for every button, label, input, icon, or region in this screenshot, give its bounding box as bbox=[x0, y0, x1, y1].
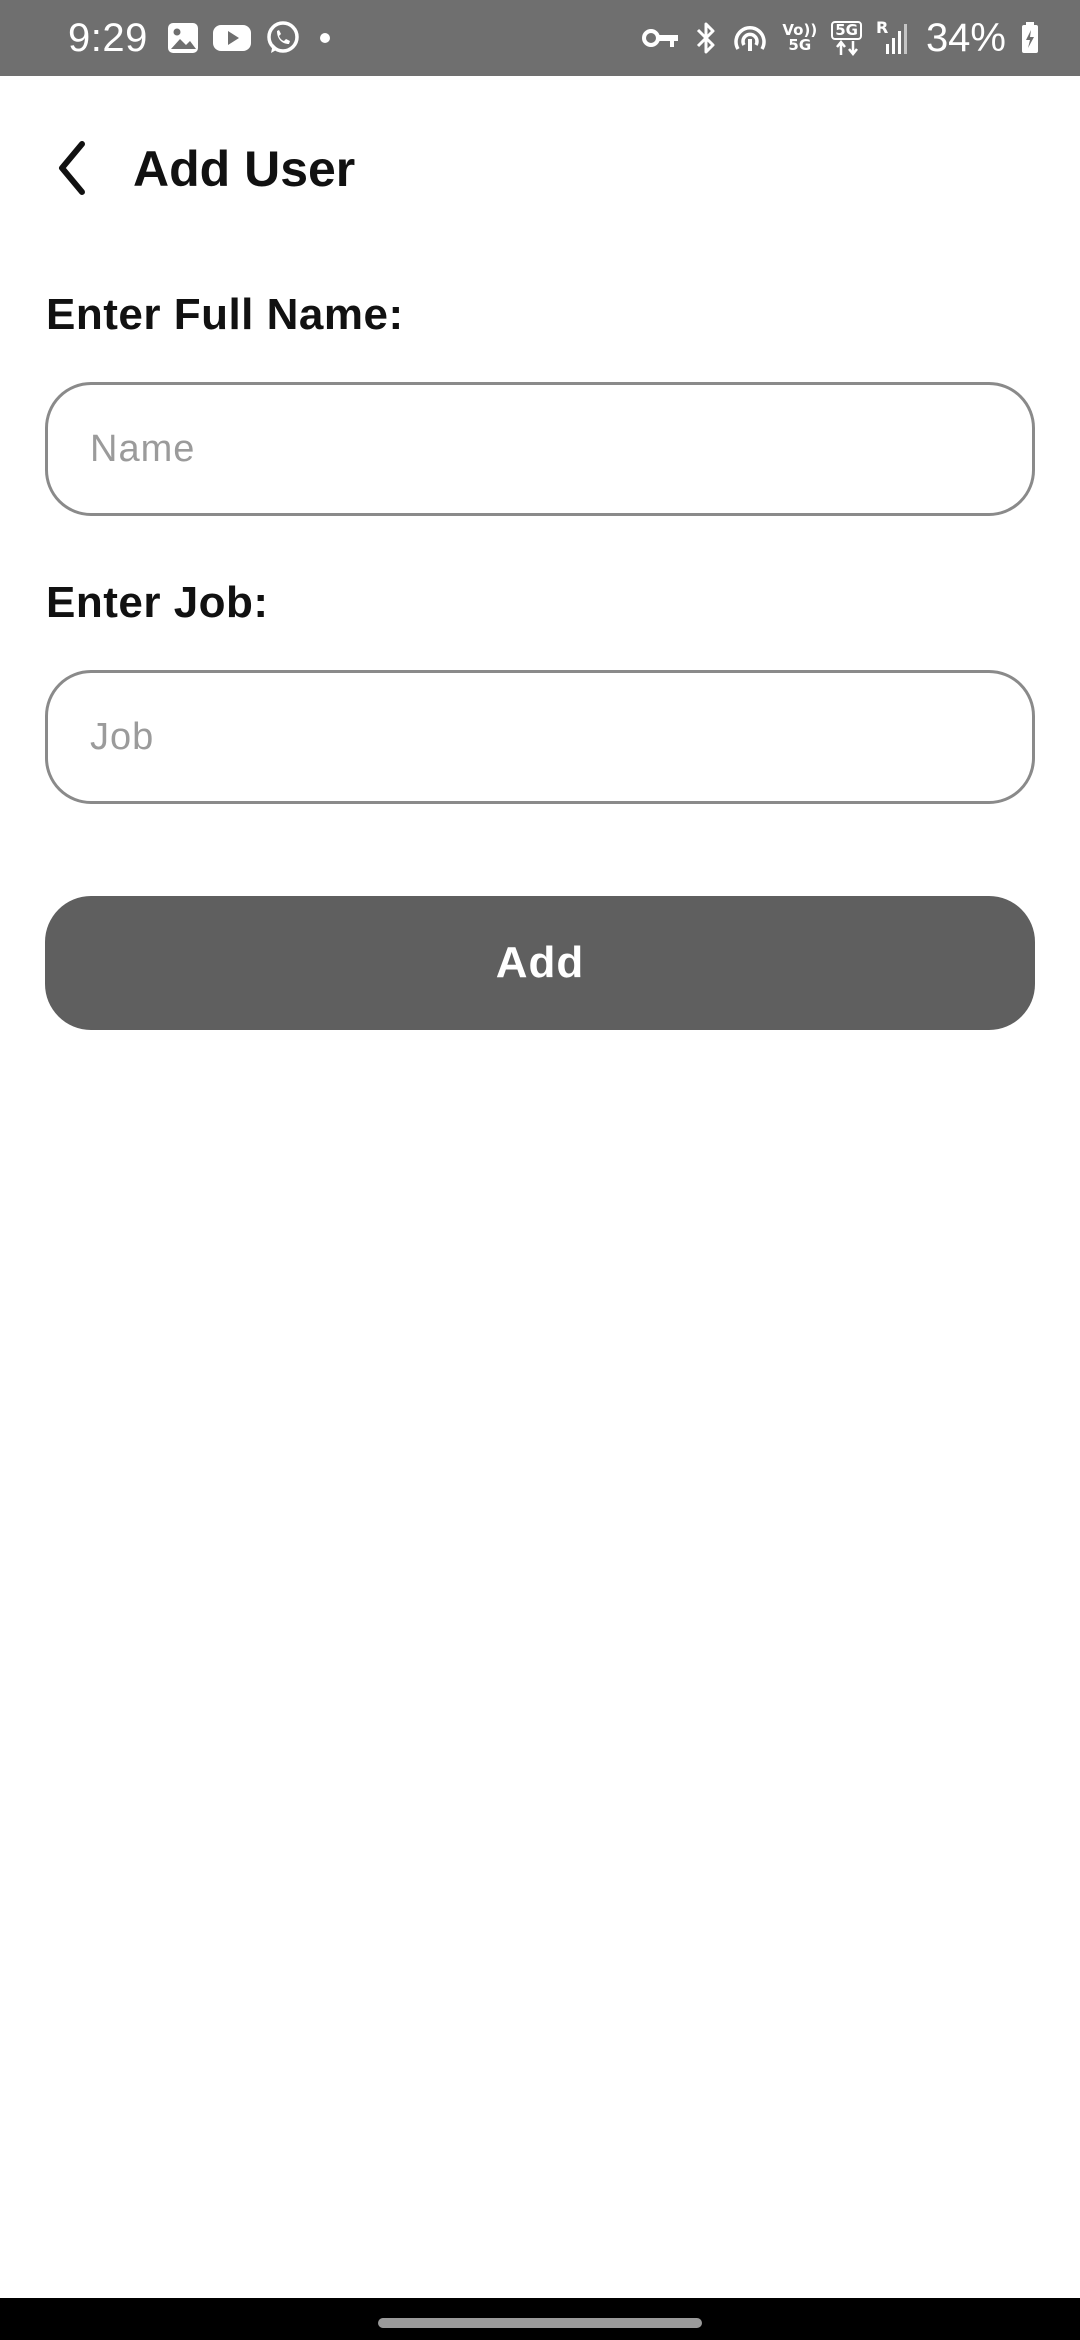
hotspot-icon bbox=[732, 21, 768, 55]
bluetooth-icon bbox=[694, 21, 718, 55]
battery-percent: 34% bbox=[925, 15, 1006, 60]
add-button[interactable]: Add bbox=[45, 896, 1035, 1030]
battery-charging-icon bbox=[1020, 21, 1040, 55]
volte-icon: Vo)) 5G bbox=[782, 23, 817, 53]
full-name-input[interactable] bbox=[45, 382, 1035, 516]
5g-data-icon: 5G bbox=[831, 20, 862, 56]
full-name-label: Enter Full Name: bbox=[46, 290, 404, 339]
back-button[interactable] bbox=[40, 132, 104, 204]
roaming-label: R bbox=[875, 18, 889, 37]
system-icons: Vo)) 5G 5G R 34% bbox=[642, 16, 1040, 61]
signal-icon: R bbox=[876, 20, 908, 56]
page-title: Add User bbox=[133, 141, 356, 197]
navigation-bar bbox=[0, 2298, 1080, 2340]
status-bar: 9:29 Vo)) 5G 5G R 34% bbox=[0, 0, 1080, 76]
volte-bottom-label: 5G bbox=[788, 36, 812, 54]
whatsapp-icon bbox=[264, 19, 302, 57]
job-label: Enter Job: bbox=[46, 578, 269, 627]
dot-icon bbox=[314, 27, 336, 49]
chevron-left-icon bbox=[52, 138, 92, 198]
network-type-label: 5G bbox=[831, 20, 862, 40]
youtube-icon bbox=[212, 23, 252, 53]
home-indicator[interactable] bbox=[378, 2318, 702, 2328]
status-time: 9:29 bbox=[68, 15, 148, 60]
app-bar: Add User bbox=[0, 76, 1080, 256]
job-input[interactable] bbox=[45, 670, 1035, 804]
add-user-screen: 9:29 Vo)) 5G 5G R 34% Add User Enter Ful… bbox=[0, 0, 1080, 2340]
gallery-icon bbox=[166, 21, 200, 55]
notification-icons bbox=[166, 19, 336, 57]
vpn-key-icon bbox=[642, 26, 680, 50]
